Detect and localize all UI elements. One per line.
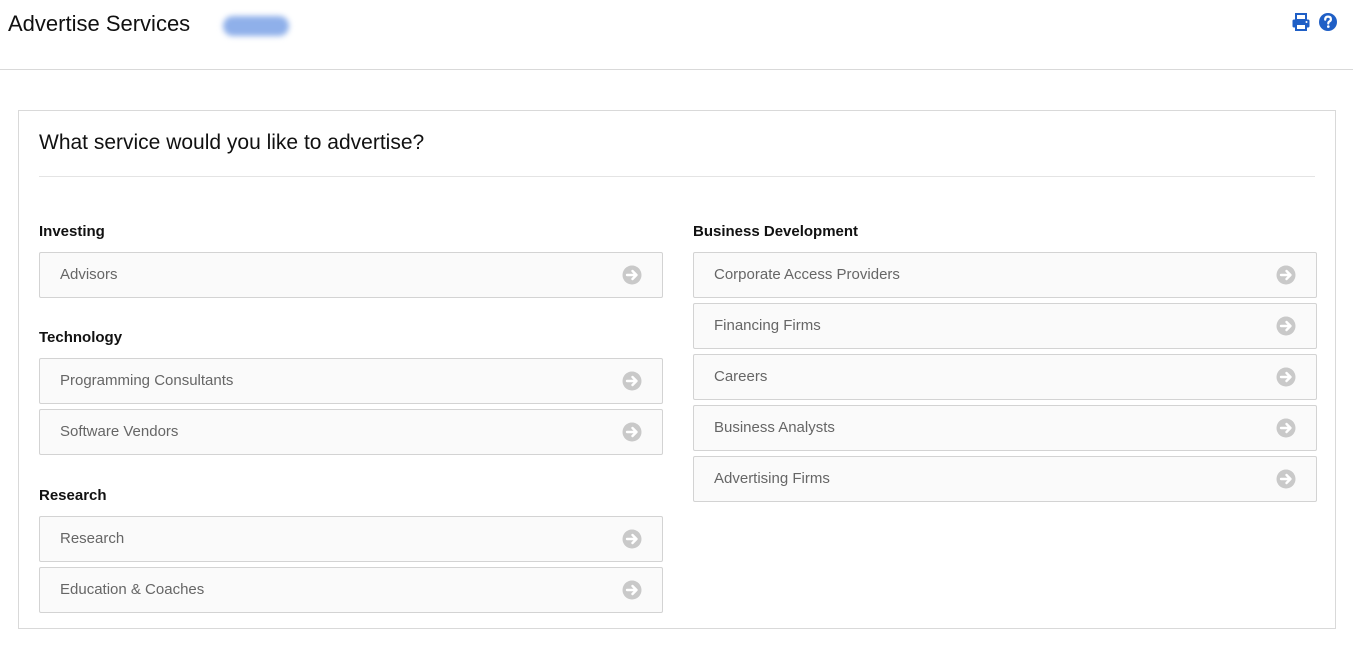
panel-question: What service would you like to advertise…	[39, 131, 425, 154]
group-investing: Investing Advisors	[39, 222, 663, 298]
service-item-advisors[interactable]: Advisors	[39, 252, 663, 298]
arrow-right-circle-icon	[622, 580, 642, 605]
service-item-label: Programming Consultants	[60, 372, 234, 389]
service-item-label: Research	[60, 530, 125, 547]
arrow-right-circle-icon	[1276, 469, 1296, 494]
service-item-careers[interactable]: Careers	[693, 354, 1317, 400]
service-item-label: Business Analysts	[714, 419, 835, 436]
group-title: Business Development	[693, 223, 859, 240]
print-icon[interactable]	[1291, 12, 1311, 32]
service-item-label: Advertising Firms	[714, 470, 830, 487]
service-item-label: Software Vendors	[60, 423, 179, 440]
right-column: Business Development Corporate Access Pr…	[693, 222, 1317, 507]
arrow-right-circle-icon	[1276, 367, 1296, 392]
group-title: Research	[39, 487, 107, 504]
header-actions	[1291, 12, 1338, 32]
arrow-right-circle-icon	[1276, 418, 1296, 443]
arrow-right-circle-icon	[622, 422, 642, 447]
group-title: Technology	[39, 329, 123, 346]
page-header: Advertise Services	[0, 0, 1353, 70]
arrow-right-circle-icon	[1276, 316, 1296, 341]
group-title: Investing	[39, 223, 105, 240]
advertise-panel: What service would you like to advertise…	[18, 110, 1336, 629]
service-item-software-vendors[interactable]: Software Vendors	[39, 409, 663, 455]
arrow-right-circle-icon	[622, 529, 642, 554]
service-item-financing-firms[interactable]: Financing Firms	[693, 303, 1317, 349]
service-item-label: Education & Coaches	[60, 581, 205, 598]
service-item-label: Corporate Access Providers	[714, 266, 900, 283]
service-item-label: Financing Firms	[714, 317, 821, 334]
service-item-advertising-firms[interactable]: Advertising Firms	[693, 456, 1317, 502]
service-item-programming-consultants[interactable]: Programming Consultants	[39, 358, 663, 404]
service-item-research[interactable]: Research	[39, 516, 663, 562]
service-item-business-analysts[interactable]: Business Analysts	[693, 405, 1317, 451]
service-item-label: Advisors	[60, 266, 118, 283]
arrow-right-circle-icon	[622, 371, 642, 396]
group-research: Research Research Education & Coaches	[39, 486, 663, 613]
service-item-education-coaches[interactable]: Education & Coaches	[39, 567, 663, 613]
left-column: Investing Advisors Technology Programmin…	[39, 222, 663, 618]
service-item-label: Careers	[714, 368, 768, 385]
page-title: Advertise Services	[8, 11, 191, 36]
service-item-corporate-access-providers[interactable]: Corporate Access Providers	[693, 252, 1317, 298]
arrow-right-circle-icon	[1276, 265, 1296, 290]
blurred-badge	[223, 16, 289, 36]
divider	[39, 176, 1315, 177]
group-technology: Technology Programming Consultants Softw…	[39, 328, 663, 455]
help-icon[interactable]	[1318, 12, 1338, 32]
arrow-right-circle-icon	[622, 265, 642, 290]
group-business-development: Business Development Corporate Access Pr…	[693, 222, 1317, 502]
